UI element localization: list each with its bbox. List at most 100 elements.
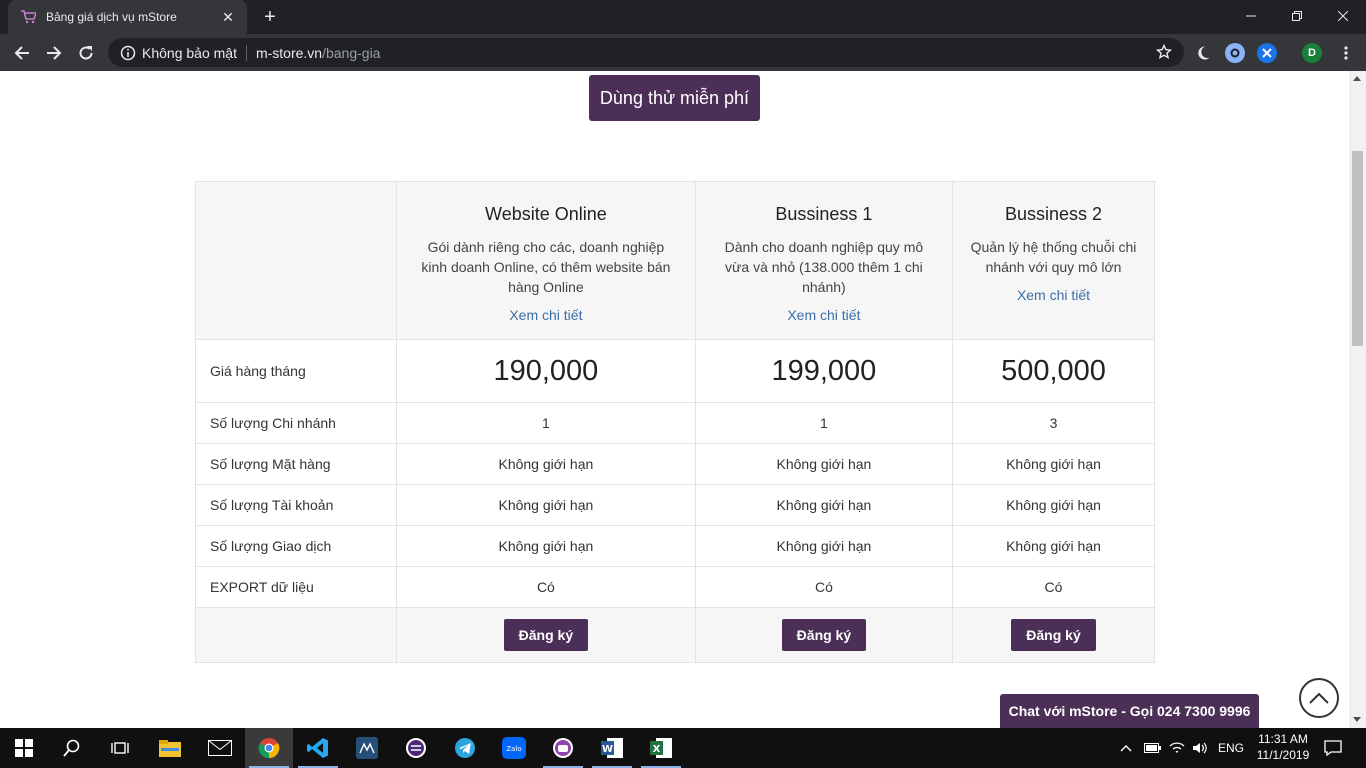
back-icon[interactable] bbox=[8, 39, 36, 67]
cell-value: Không giới hạn bbox=[396, 525, 696, 567]
volume-icon[interactable] bbox=[1192, 728, 1208, 768]
scroll-down-arrow[interactable] bbox=[1353, 717, 1361, 722]
svg-text:W: W bbox=[602, 744, 613, 755]
cell-value: Không giới hạn bbox=[396, 443, 696, 485]
table-row-monthly-price: Giá hàng tháng 190,000 199,000 500,000 bbox=[195, 339, 1155, 403]
tray-chevron-up-icon[interactable] bbox=[1120, 728, 1132, 768]
notification-icon[interactable] bbox=[1324, 728, 1342, 768]
price-value: 199,000 bbox=[694, 339, 954, 403]
table-row-accounts: Số lượng Tài khoản Không giới hạn Không … bbox=[195, 484, 1155, 526]
browser-toolbar: Không bảo mật m-store.vn/bang-gia D bbox=[0, 34, 1366, 71]
svg-text:X: X bbox=[653, 744, 661, 755]
close-tab-icon[interactable]: ✕ bbox=[219, 9, 237, 26]
cell-value: Có bbox=[396, 566, 696, 608]
price-value: 500,000 bbox=[952, 339, 1155, 403]
cell-value: Có bbox=[952, 566, 1155, 608]
language-indicator[interactable]: ENG bbox=[1218, 728, 1244, 768]
excel-icon[interactable]: X bbox=[637, 728, 685, 768]
profile-avatar[interactable]: D bbox=[1302, 43, 1322, 63]
row-label: Giá hàng tháng bbox=[195, 339, 397, 403]
clock-date: 11/1/2019 bbox=[1256, 748, 1310, 762]
row-label: Số lượng Giao dịch bbox=[195, 525, 397, 567]
search-icon[interactable] bbox=[48, 728, 96, 768]
plan-details-link[interactable]: Xem chi tiết bbox=[413, 307, 679, 323]
plan-description: Dành cho doanh nghiệp quy mô vừa và nhỏ … bbox=[724, 239, 924, 295]
tab-title: Bảng giá dịch vụ mStore bbox=[46, 10, 177, 24]
free-trial-button[interactable]: Dùng thử miễn phí bbox=[589, 75, 760, 121]
windows-taskbar: Zalo W X ENG 11:31 AM 11/1/2019 bbox=[0, 728, 1366, 768]
battery-icon[interactable] bbox=[1144, 728, 1162, 768]
scroll-up-arrow[interactable] bbox=[1353, 76, 1361, 81]
system-clock[interactable]: 11:31 AM 11/1/2019 bbox=[1248, 731, 1318, 763]
zalo-icon[interactable]: Zalo bbox=[490, 728, 538, 768]
cell-value: Không giới hạn bbox=[396, 484, 696, 526]
plan-details-link[interactable]: Xem chi tiết bbox=[969, 287, 1138, 303]
forward-icon[interactable] bbox=[40, 39, 68, 67]
extension-icon[interactable] bbox=[1225, 43, 1245, 63]
table-row-transactions: Số lượng Giao dịch Không giới hạn Không … bbox=[195, 525, 1155, 567]
url-path: /bang-gia bbox=[322, 44, 381, 61]
row-label: Số lượng Mặt hàng bbox=[195, 443, 397, 485]
url-host: m-store.vn bbox=[255, 44, 323, 61]
task-view-icon[interactable] bbox=[96, 728, 144, 768]
wifi-icon[interactable] bbox=[1169, 728, 1185, 768]
plan-column-website-online: Website Online Gói dành riêng cho các, d… bbox=[396, 181, 696, 340]
new-tab-button[interactable]: + bbox=[258, 6, 282, 28]
info-icon[interactable] bbox=[120, 45, 136, 61]
mysql-workbench-icon[interactable] bbox=[343, 728, 391, 768]
plan-description: Gói dành riêng cho các, doanh nghiệp kin… bbox=[421, 239, 671, 295]
browser-tab[interactable]: Bảng giá dịch vụ mStore ✕ bbox=[8, 0, 247, 34]
plan-name: Website Online bbox=[485, 204, 607, 224]
scroll-to-top-button[interactable] bbox=[1299, 678, 1339, 718]
vscode-icon[interactable] bbox=[294, 728, 342, 768]
price-value: 190,000 bbox=[396, 339, 696, 403]
page-scrollbar[interactable] bbox=[1349, 71, 1366, 728]
scroll-thumb[interactable] bbox=[1352, 151, 1363, 346]
table-row-export: EXPORT dữ liệu Có Có Có bbox=[195, 566, 1155, 608]
register-button-business-1[interactable]: Đăng ký bbox=[781, 619, 867, 651]
restore-button[interactable] bbox=[1274, 0, 1320, 32]
table-row-branches: Số lượng Chi nhánh 1 1 3 bbox=[195, 402, 1155, 444]
chat-button[interactable]: Chat với mStore - Gọi 024 7300 9996 bbox=[1000, 694, 1259, 728]
plan-details-link[interactable]: Xem chi tiết bbox=[712, 307, 936, 323]
table-row-register: Đăng ký Đăng ký Đăng ký bbox=[195, 607, 1155, 663]
file-explorer-icon[interactable] bbox=[146, 728, 194, 768]
minimize-button[interactable] bbox=[1228, 0, 1274, 32]
browser-tabbar: Bảng giá dịch vụ mStore ✕ + bbox=[0, 0, 1366, 34]
security-label: Không bảo mật bbox=[142, 44, 237, 61]
cell-value: Không giới hạn bbox=[694, 525, 954, 567]
windows-start-icon[interactable] bbox=[0, 728, 48, 768]
telegram-icon[interactable] bbox=[441, 728, 489, 768]
mail-icon[interactable] bbox=[196, 728, 244, 768]
menu-icon[interactable] bbox=[1332, 39, 1360, 67]
plan-name: Bussiness 2 bbox=[1004, 204, 1103, 224]
cell-value: Không giới hạn bbox=[952, 443, 1155, 485]
cell-value: Không giới hạn bbox=[952, 484, 1155, 526]
register-cell: Đăng ký bbox=[694, 607, 954, 663]
register-cell: Đăng ký bbox=[952, 607, 1155, 663]
table-row-products: Số lượng Mặt hàng Không giới hạn Không g… bbox=[195, 443, 1155, 485]
close-window-button[interactable] bbox=[1320, 0, 1366, 32]
eclipse-icon[interactable] bbox=[392, 728, 440, 768]
chat-app-icon[interactable] bbox=[539, 728, 587, 768]
cell-value: Có bbox=[694, 566, 954, 608]
divider bbox=[245, 44, 247, 61]
page-viewport: Dùng thử miễn phí Website Online Gói dàn… bbox=[0, 71, 1349, 728]
register-button-business-2[interactable]: Đăng ký bbox=[1011, 619, 1096, 651]
reload-icon[interactable] bbox=[72, 39, 100, 67]
register-button-website-online[interactable]: Đăng ký bbox=[503, 619, 589, 651]
translate-extension-icon[interactable] bbox=[1257, 43, 1277, 63]
empty-cell bbox=[195, 607, 397, 663]
chrome-taskbar-icon[interactable] bbox=[245, 728, 293, 768]
cell-value: Không giới hạn bbox=[694, 484, 954, 526]
cart-icon bbox=[20, 9, 36, 25]
row-label: EXPORT dữ liệu bbox=[195, 566, 397, 608]
plan-name: Bussiness 1 bbox=[775, 204, 873, 224]
cell-value: Không giới hạn bbox=[952, 525, 1155, 567]
dark-mode-icon[interactable] bbox=[1193, 43, 1213, 63]
word-icon[interactable]: W bbox=[588, 728, 636, 768]
address-bar[interactable]: Không bảo mật m-store.vn/bang-gia bbox=[108, 38, 1184, 67]
empty-header-cell bbox=[195, 181, 397, 340]
bookmark-star-icon[interactable] bbox=[1155, 43, 1173, 65]
plan-header-row: Website Online Gói dành riêng cho các, d… bbox=[195, 181, 1155, 340]
